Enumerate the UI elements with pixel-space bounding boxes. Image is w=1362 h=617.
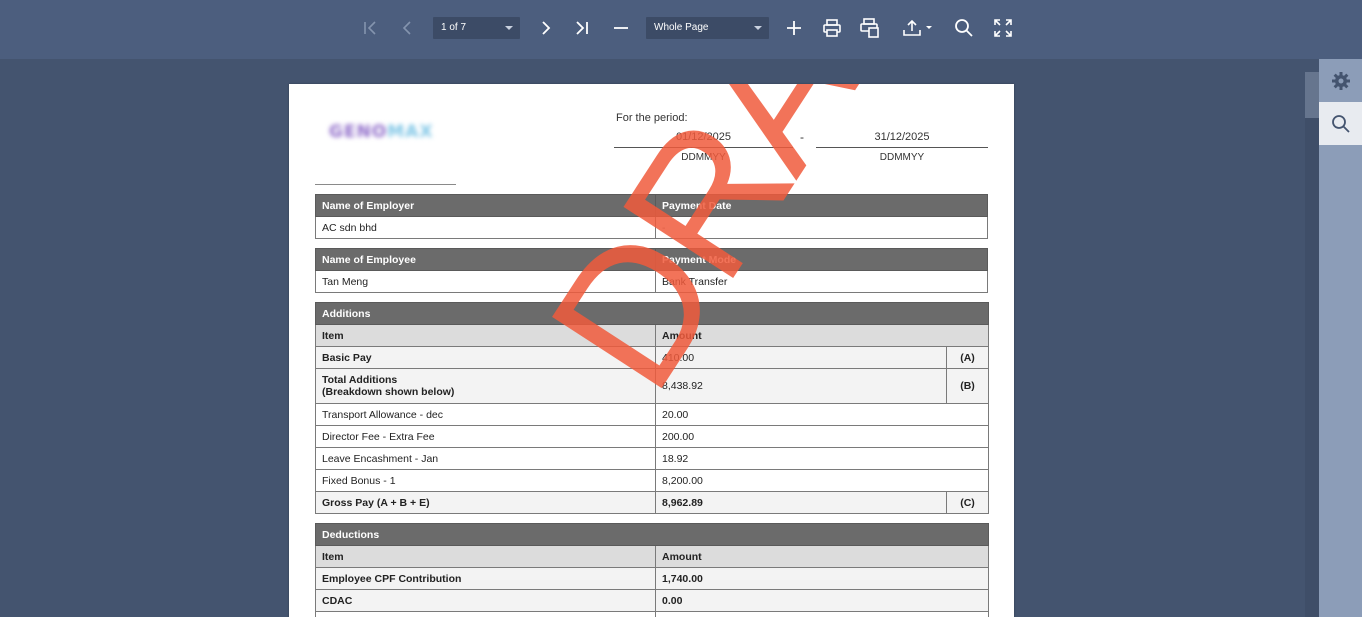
table-row: Leave Encashment - Jan 18.92 (315, 447, 990, 470)
company-logo: GENOMAX (329, 122, 434, 142)
total-additions-amount: 8,438.92 (655, 368, 947, 404)
search-icon (1331, 114, 1350, 133)
basic-pay-code: (A) (945, 346, 990, 369)
additions-amount-header: Amount (654, 324, 990, 347)
basic-pay-label: Basic Pay (315, 346, 656, 369)
first-page-icon[interactable] (356, 14, 384, 42)
employer-name-header: Name of Employer (315, 194, 656, 217)
search-icon[interactable] (950, 14, 978, 42)
gross-pay-amount: 8,962.89 (655, 491, 947, 514)
total-additions-code: (B) (945, 368, 990, 404)
viewer-toolbar: 1 of 7 Whole Page (0, 0, 1362, 59)
next-page-icon[interactable] (531, 14, 559, 42)
payment-mode: Bank Transfer (655, 270, 988, 293)
fullscreen-icon[interactable] (989, 14, 1017, 42)
zoom-mode: Whole Page (654, 22, 709, 33)
employer-name: AC sdn bhd (315, 216, 656, 239)
period-label: For the period: (616, 112, 688, 124)
zoom-selector[interactable]: Whole Page (646, 17, 769, 39)
document-page: GENOMAX For the period: 01/12/2025 - 31/… (289, 84, 1014, 617)
total-additions-line2: (Breakdown shown below) (322, 386, 455, 398)
employee-table: Name of Employee Payment Mode Tan Meng B… (315, 248, 988, 293)
last-page-icon[interactable] (568, 14, 596, 42)
scrollbar-thumb[interactable] (1305, 72, 1319, 118)
table-row: Transport Allowance - dec 20.00 (315, 403, 990, 426)
payment-date-header: Payment Date (655, 194, 988, 217)
date-to-format: DDMMYY (879, 152, 925, 163)
side-panel (1319, 59, 1362, 617)
deduction-amount: 1,740.00 (654, 567, 990, 590)
table-row: Basic Pay 410.00 (A) (315, 346, 990, 369)
export-icon[interactable] (897, 14, 937, 42)
signature-line (315, 184, 456, 185)
date-separator: - (800, 130, 804, 144)
page-indicator: 1 of 7 (441, 22, 467, 33)
table-row: CDAC 0.00 (315, 589, 990, 612)
breakdown-amount: 18.92 (654, 447, 990, 470)
breakdown-amount: 200.00 (654, 425, 990, 448)
gross-pay-code: (C) (945, 491, 990, 514)
additions-title: Additions (314, 302, 990, 325)
breakdown-item: Leave Encashment - Jan (315, 447, 656, 470)
previous-page-icon[interactable] (394, 14, 422, 42)
print-icon[interactable] (818, 14, 846, 42)
table-row (315, 611, 990, 617)
table-row: Total Additions (Breakdown shown below) 8… (315, 368, 990, 404)
deductions-item-header: Item (315, 545, 656, 568)
page-selector[interactable]: 1 of 7 (433, 17, 520, 39)
gross-pay-label: Gross Pay (A + B + E) (315, 491, 656, 514)
zoom-out-icon[interactable] (607, 14, 635, 42)
table-row: Fixed Bonus - 1 8,200.00 (315, 469, 990, 492)
date-to: 31/12/2025 (874, 131, 930, 143)
deduction-item: CDAC (315, 589, 656, 612)
deduction-item: Employee CPF Contribution (315, 567, 656, 590)
total-additions-line1: Total Additions (322, 374, 398, 386)
additions-item-header: Item (315, 324, 656, 347)
settings-button[interactable] (1319, 59, 1362, 102)
breakdown-amount: 8,200.00 (654, 469, 990, 492)
table-row: Director Fee - Extra Fee 200.00 (315, 425, 990, 448)
employee-name-header: Name of Employee (315, 248, 656, 271)
search-panel-button[interactable] (1319, 102, 1362, 145)
zoom-in-icon[interactable] (780, 14, 808, 42)
breakdown-amount: 20.00 (654, 403, 990, 426)
deductions-table: Deductions Item Amount Employee CPF Cont… (314, 523, 990, 617)
chevron-down-icon (505, 26, 513, 30)
deduction-amount: 0.00 (654, 589, 990, 612)
payment-date: - (655, 216, 988, 239)
print-page-icon[interactable] (856, 14, 884, 42)
date-from-line (614, 147, 793, 148)
deductions-title: Deductions (314, 523, 990, 546)
date-to-line (816, 147, 988, 148)
employee-name: Tan Meng (315, 270, 656, 293)
breakdown-item: Fixed Bonus - 1 (315, 469, 656, 492)
payment-mode-header: Payment Mode (655, 248, 988, 271)
date-from: 01/12/2025 (675, 131, 732, 143)
breakdown-item: Transport Allowance - dec (315, 403, 656, 426)
employer-table: Name of Employer Payment Date AC sdn bhd… (315, 194, 988, 239)
total-additions-label: Total Additions (Breakdown shown below) (315, 368, 656, 404)
vertical-scrollbar[interactable] (1305, 72, 1319, 617)
deductions-amount-header: Amount (654, 545, 990, 568)
table-row: Employee CPF Contribution 1,740.00 (315, 567, 990, 590)
chevron-down-icon (754, 26, 762, 30)
basic-pay-amount: 410.00 (655, 346, 947, 369)
breakdown-item: Director Fee - Extra Fee (315, 425, 656, 448)
table-row: Gross Pay (A + B + E) 8,962.89 (C) (315, 491, 990, 514)
additions-table: Additions Item Amount Basic Pay 410.00 (… (314, 302, 990, 514)
date-from-format: DDMMYY (681, 152, 726, 163)
gear-icon (1331, 71, 1350, 90)
